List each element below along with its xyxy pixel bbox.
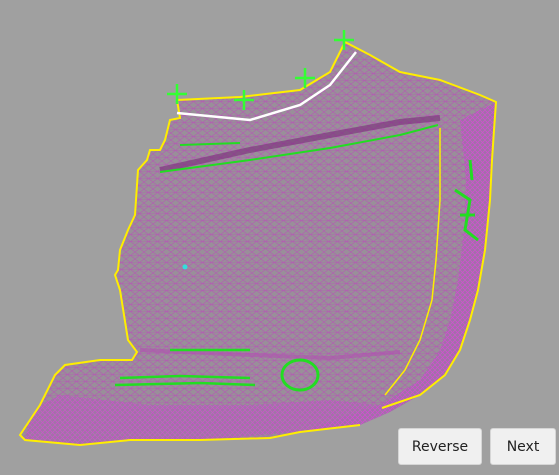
mesh-canvas[interactable]: [0, 0, 559, 475]
3d-viewport[interactable]: [0, 0, 559, 475]
mesh-marker: [182, 264, 188, 270]
next-button[interactable]: Next: [490, 428, 556, 465]
reverse-button[interactable]: Reverse: [398, 428, 482, 465]
